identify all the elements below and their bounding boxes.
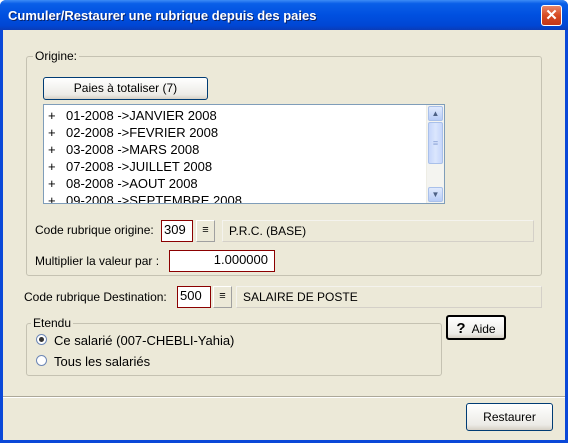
origine-legend: Origine: [33, 49, 80, 63]
chevron-down-icon: ▼ [431, 190, 440, 199]
paies-a-totaliser-button[interactable]: Paies à totaliser (7) [43, 77, 208, 100]
scroll-thumb[interactable]: ≡ [428, 122, 443, 164]
list-item[interactable]: +02-2008 ->FEVRIER 2008 [48, 124, 218, 141]
radio-tous-salaries-label[interactable]: Tous les salariés [54, 354, 150, 369]
scroll-up-button[interactable]: ▲ [428, 106, 443, 121]
chevron-up-icon: ▲ [431, 109, 440, 118]
code-destination-description: SALAIRE DE POSTE [236, 286, 542, 308]
restaurer-button-label: Restaurer [483, 410, 536, 424]
close-icon: ✕ [545, 7, 558, 24]
list-scrollbar[interactable]: ▲ ≡ ▼ [426, 105, 444, 203]
code-origine-label: Code rubrique origine: [35, 223, 154, 237]
aide-button-label: Aide [471, 322, 496, 336]
window-title: Cumuler/Restaurer une rubrique depuis de… [8, 8, 317, 23]
multiplier-label: Multiplier la valeur par : [35, 254, 160, 268]
code-origine-input[interactable]: 309 [161, 220, 193, 242]
dialog-body: Origine: Paies à totaliser (7) +01-2008 … [3, 30, 565, 440]
grip-icon: ≡ [432, 138, 439, 148]
footer-separator [3, 396, 565, 398]
aide-button[interactable]: ? Aide [446, 315, 506, 340]
radio-ce-salarie-label[interactable]: Ce salarié (007-CHEBLI-Yahia) [54, 333, 234, 348]
code-origine-lookup-button[interactable]: ≡ [196, 220, 215, 242]
list-item[interactable]: +09-2008 ->SEPTEMBRE 2008 [48, 192, 242, 203]
dialog-window: Cumuler/Restaurer une rubrique depuis de… [0, 0, 568, 443]
list-item[interactable]: +01-2008 ->JANVIER 2008 [48, 107, 217, 124]
close-button[interactable]: ✕ [541, 5, 562, 26]
title-bar[interactable]: Cumuler/Restaurer une rubrique depuis de… [0, 0, 568, 30]
code-destination-input[interactable]: 500 [177, 286, 211, 308]
list-icon: ≡ [219, 290, 226, 302]
paies-button-label: Paies à totaliser (7) [73, 81, 178, 95]
code-destination-lookup-button[interactable]: ≡ [213, 286, 232, 308]
code-origine-description: P.R.C. (BASE) [222, 220, 534, 242]
list-icon: ≡ [202, 224, 209, 236]
etendu-group: Etendu Ce salarié (007-CHEBLI-Yahia) Tou… [26, 316, 442, 376]
restaurer-button[interactable]: Restaurer [466, 403, 553, 431]
paies-list[interactable]: +01-2008 ->JANVIER 2008 +02-2008 ->FEVRI… [43, 104, 445, 204]
scroll-down-button[interactable]: ▼ [428, 187, 443, 202]
list-item[interactable]: +07-2008 ->JUILLET 2008 [48, 158, 212, 175]
code-destination-label: Code rubrique Destination: [24, 290, 167, 304]
origine-group: Origine: Paies à totaliser (7) +01-2008 … [26, 49, 542, 276]
radio-tous-salaries[interactable] [36, 355, 47, 366]
list-item[interactable]: +03-2008 ->MARS 2008 [48, 141, 199, 158]
multiplier-input[interactable]: 1.000000 [169, 250, 275, 272]
etendu-legend: Etendu [31, 316, 74, 330]
radio-ce-salarie[interactable] [36, 334, 47, 345]
help-icon: ? [456, 320, 466, 337]
list-item[interactable]: +08-2008 ->AOUT 2008 [48, 175, 198, 192]
